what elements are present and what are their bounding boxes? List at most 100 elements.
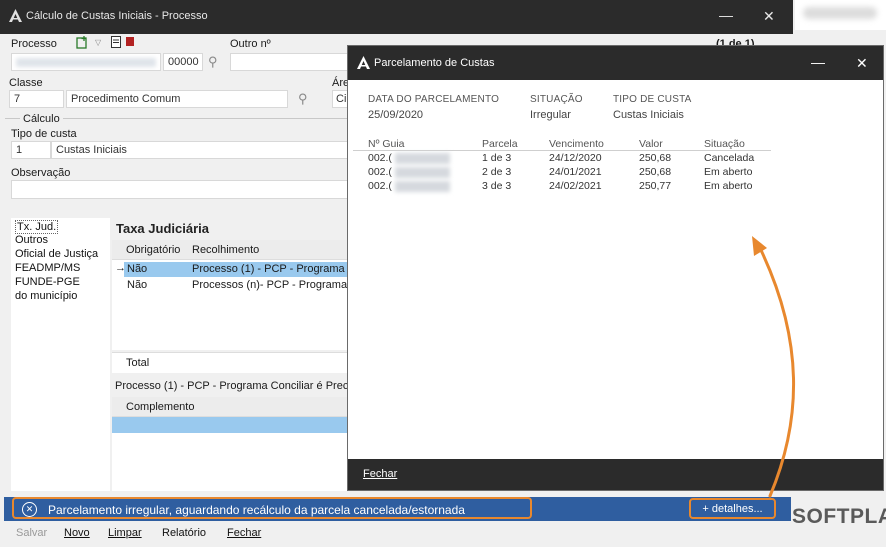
situacao-label: SITUAÇÃO bbox=[530, 94, 583, 105]
app-logo-icon bbox=[9, 9, 22, 25]
col-complemento[interactable]: Complemento bbox=[126, 401, 194, 413]
error-icon: ✕ bbox=[22, 502, 37, 517]
tipo-custa-name-field[interactable]: Custas Iniciais bbox=[51, 141, 348, 159]
observacao-field[interactable] bbox=[11, 180, 348, 199]
dialog-titlebar: Parcelamento de Custas — ✕ bbox=[348, 46, 883, 80]
complemento-selected-row[interactable] bbox=[112, 417, 347, 433]
blurred-user-area bbox=[795, 0, 886, 30]
fechar-label: Fechar bbox=[227, 527, 262, 539]
row-parcela: 1 de 3 bbox=[482, 152, 512, 164]
row-parcela: 2 de 3 bbox=[482, 166, 512, 178]
row-valor: 250,77 bbox=[639, 180, 672, 192]
status-bar: ✕ Parcelamento irregular, aguardando rec… bbox=[4, 497, 791, 521]
processo-search-icon[interactable]: ⚲ bbox=[208, 54, 218, 70]
table-row[interactable]: 002.( 3 de 3 24/02/2021 250,77 Em aberto bbox=[348, 180, 778, 194]
processo-digit-field[interactable]: 00000 bbox=[163, 53, 203, 71]
tipo-custa-value: Custas Iniciais bbox=[613, 109, 684, 121]
table-row[interactable]: → Não Processo (1) - PCP - Programa C bbox=[112, 262, 356, 277]
row-valor: 250,68 bbox=[639, 152, 672, 164]
dialog-minimize-button[interactable]: — bbox=[811, 55, 825, 69]
situacao-value: Irregular bbox=[530, 109, 571, 121]
row-guia: 002.( bbox=[368, 180, 392, 192]
novo-button[interactable]: Novo bbox=[64, 527, 90, 539]
main-titlebar: Cálculo de Custas Iniciais - Processo — … bbox=[0, 0, 793, 34]
fechar-button[interactable]: Fechar bbox=[227, 527, 261, 539]
novo-label: Novo bbox=[64, 527, 90, 539]
dialog-logo-icon bbox=[357, 56, 370, 72]
softplan-logo: SOFTPLAN bbox=[792, 505, 886, 528]
salvar-button[interactable]: Salvar bbox=[16, 527, 47, 539]
total-label: Total bbox=[126, 357, 150, 369]
calculo-group-label: Cálculo bbox=[20, 113, 63, 125]
status-message: ✕ Parcelamento irregular, aguardando rec… bbox=[12, 497, 532, 519]
row-guia: 002.( bbox=[368, 166, 392, 178]
row-vencimento: 24/01/2021 bbox=[549, 166, 602, 178]
row-recolhimento: Processos (n)- PCP - Programa C bbox=[192, 279, 359, 291]
list-item[interactable]: Outros bbox=[15, 234, 48, 246]
tipo-custa-code-field[interactable]: 1 bbox=[11, 141, 51, 159]
dialog-close-button[interactable]: ✕ bbox=[856, 56, 868, 70]
guia-redacted bbox=[395, 153, 450, 164]
row-parcela: 3 de 3 bbox=[482, 180, 512, 192]
list-item[interactable]: FUNDE-PGE bbox=[15, 276, 80, 288]
list-item[interactable]: do município bbox=[15, 290, 77, 302]
dialog-title: Parcelamento de Custas bbox=[374, 57, 495, 69]
row-situacao: Em aberto bbox=[704, 166, 753, 178]
limpar-label: Limpar bbox=[108, 527, 142, 539]
classe-search-icon[interactable]: ⚲ bbox=[298, 91, 308, 107]
processo-number-field[interactable] bbox=[11, 53, 161, 71]
custa-type-list[interactable]: Tx. Jud. Outros Oficial de Justiça FEADM… bbox=[11, 218, 110, 491]
processo-new-icon[interactable] bbox=[76, 36, 90, 52]
details-button[interactable]: + detalhes... bbox=[689, 498, 776, 519]
chevron-down-icon[interactable]: ▽ bbox=[95, 38, 101, 47]
area-field[interactable]: Ci bbox=[332, 90, 348, 108]
col-vencimento: Vencimento bbox=[549, 138, 604, 150]
total-row: Total bbox=[112, 352, 347, 373]
data-parcelamento-value: 25/09/2020 bbox=[368, 109, 424, 121]
recolhimento-info: Processo (1) - PCP - Programa Conciliar … bbox=[115, 380, 351, 392]
dialog-fechar-label: Fechar bbox=[363, 468, 398, 480]
classe-label: Classe bbox=[9, 77, 43, 89]
list-item[interactable]: Tx. Jud. bbox=[15, 220, 59, 234]
row-vencimento: 24/12/2020 bbox=[549, 152, 602, 164]
window-title: Cálculo de Custas Iniciais - Processo bbox=[26, 10, 208, 22]
list-item[interactable]: Oficial de Justiça bbox=[15, 248, 98, 260]
classe-name-field[interactable]: Procedimento Comum bbox=[66, 90, 288, 108]
col-situacao: Situação bbox=[704, 138, 745, 150]
row-guia: 002.( bbox=[368, 152, 392, 164]
table-row[interactable]: Não Processos (n)- PCP - Programa C bbox=[112, 278, 358, 293]
complemento-header: Complemento bbox=[112, 397, 347, 417]
taxa-title: Taxa Judiciária bbox=[116, 221, 209, 236]
document-icon[interactable] bbox=[111, 36, 122, 52]
tipo-custa-label: Tipo de custa bbox=[11, 128, 77, 140]
row-obrigatorio: Não bbox=[127, 279, 148, 291]
row-situacao: Em aberto bbox=[704, 180, 753, 192]
complemento-table: Complemento bbox=[112, 397, 347, 491]
relatorio-button[interactable]: Relatório bbox=[162, 527, 206, 539]
minimize-button[interactable]: — bbox=[719, 8, 733, 22]
outro-numero-label: Outro nº bbox=[230, 38, 271, 50]
row-situacao: Cancelada bbox=[704, 152, 755, 164]
outro-numero-field[interactable] bbox=[230, 53, 350, 71]
stop-icon[interactable] bbox=[126, 37, 134, 46]
table-row[interactable]: 002.( 2 de 3 24/01/2021 250,68 Em aberto bbox=[348, 166, 778, 180]
col-parcela: Parcela bbox=[482, 138, 518, 150]
guia-redacted bbox=[395, 181, 450, 192]
limpar-button[interactable]: Limpar bbox=[108, 527, 142, 539]
close-button[interactable]: ✕ bbox=[763, 9, 775, 23]
col-obrigatorio[interactable]: Obrigatório bbox=[126, 244, 180, 256]
tipo-custa-label: TIPO DE CUSTA bbox=[613, 94, 692, 105]
row-vencimento: 24/02/2021 bbox=[549, 180, 602, 192]
header-divider bbox=[353, 150, 771, 151]
classe-code-field[interactable]: 7 bbox=[9, 90, 64, 108]
observacao-label: Observação bbox=[11, 167, 71, 179]
taxa-table: Obrigatório Recolhimento → Não Processo … bbox=[112, 240, 358, 350]
table-row[interactable]: 002.( 1 de 3 24/12/2020 250,68 Cancelada bbox=[348, 152, 778, 166]
col-recolhimento[interactable]: Recolhimento bbox=[192, 244, 259, 256]
taxa-table-header: Obrigatório Recolhimento bbox=[112, 240, 347, 260]
data-parcelamento-label: DATA DO PARCELAMENTO bbox=[368, 94, 500, 105]
dialog-fechar-button[interactable]: Fechar bbox=[363, 468, 397, 480]
row-obrigatorio: Não bbox=[127, 263, 148, 275]
row-valor: 250,68 bbox=[639, 166, 672, 178]
list-item[interactable]: FEADMP/MS bbox=[15, 262, 80, 274]
